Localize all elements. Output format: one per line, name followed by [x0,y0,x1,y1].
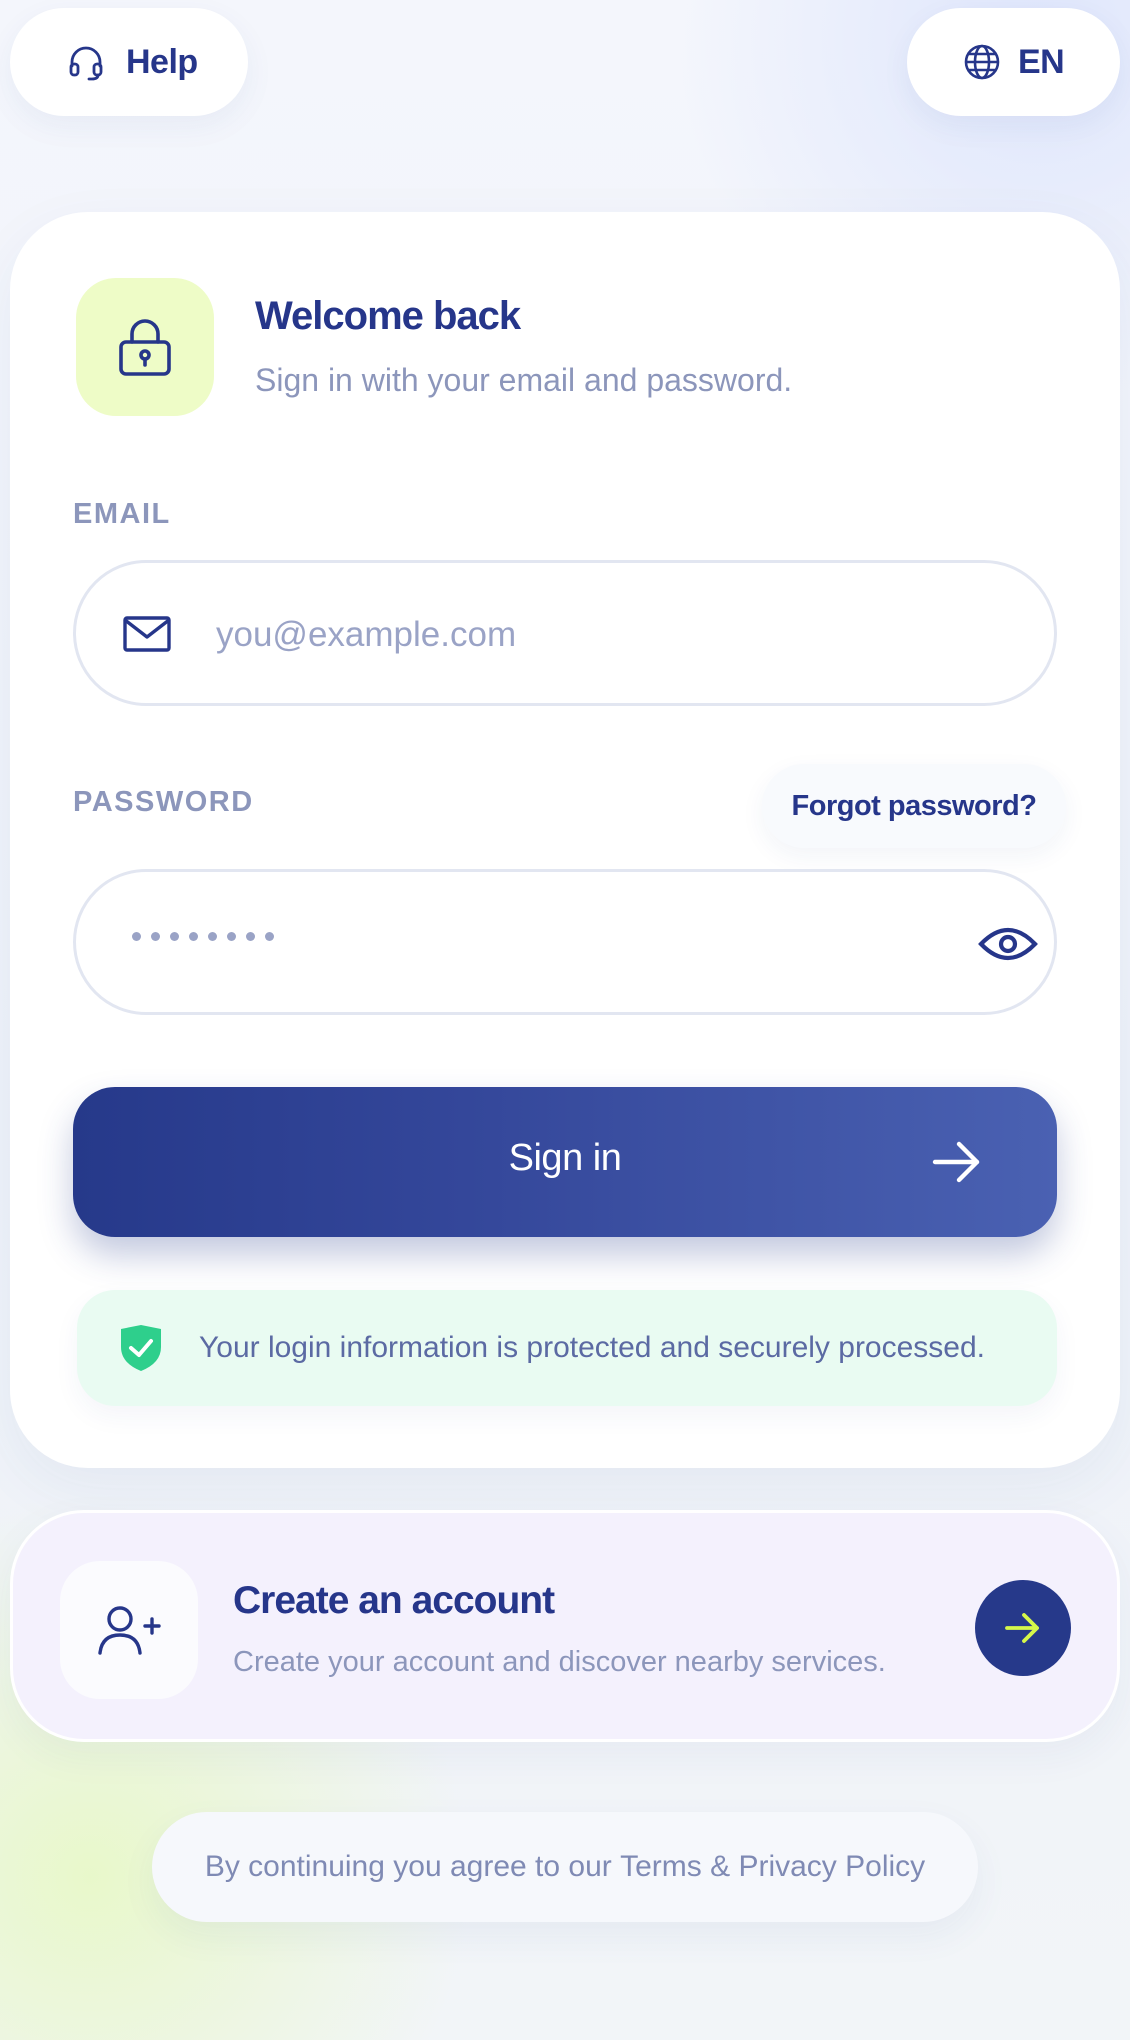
headset-icon [66,42,106,82]
email-field[interactable] [73,560,1057,706]
legal-prefix: By continuing you agree to our [204,1850,621,1883]
language-label: EN [1018,42,1065,81]
email-label: EMAIL [73,498,171,530]
globe-icon [962,42,1002,82]
legal-footer: By continuing you agree to our Terms & P… [152,1812,978,1922]
shield-check-icon [119,1325,163,1371]
user-plus-icon [98,1606,161,1655]
forgot-password-link[interactable]: Forgot password? [762,764,1066,848]
eye-icon[interactable] [976,916,1040,972]
password-label: PASSWORD [73,786,254,818]
security-notice: Your login information is protected and … [77,1290,1057,1406]
legal-joiner: & [701,1850,739,1883]
create-account-arrow-button[interactable] [975,1580,1071,1676]
login-card: Welcome back Sign in with your email and… [10,212,1120,1468]
help-button[interactable]: Help [10,8,248,116]
language-selector[interactable]: EN [907,8,1120,116]
lock-badge [76,278,214,416]
user-plus-badge [60,1561,198,1699]
email-input[interactable] [216,603,996,667]
page-subtitle: Sign in with your email and password. [255,362,793,398]
arrow-right-icon [931,1139,983,1188]
sign-in-label: Sign in [508,1137,622,1179]
terms-link[interactable]: Terms [620,1850,702,1884]
create-account-card[interactable]: Create an account Create your account an… [10,1510,1120,1742]
sign-in-button[interactable]: Sign in [73,1087,1057,1237]
arrow-right-icon [1005,1613,1039,1643]
security-note-text: Your login information is protected and … [199,1331,986,1364]
create-account-subtitle: Create your account and discover nearby … [233,1646,886,1678]
page-title: Welcome back [255,294,521,338]
privacy-policy-link[interactable]: Privacy Policy [738,1850,925,1884]
mail-icon [122,615,172,658]
lock-icon [119,319,171,376]
password-field[interactable] [73,869,1057,1015]
create-account-title: Create an account [233,1579,555,1622]
help-label: Help [126,42,198,81]
